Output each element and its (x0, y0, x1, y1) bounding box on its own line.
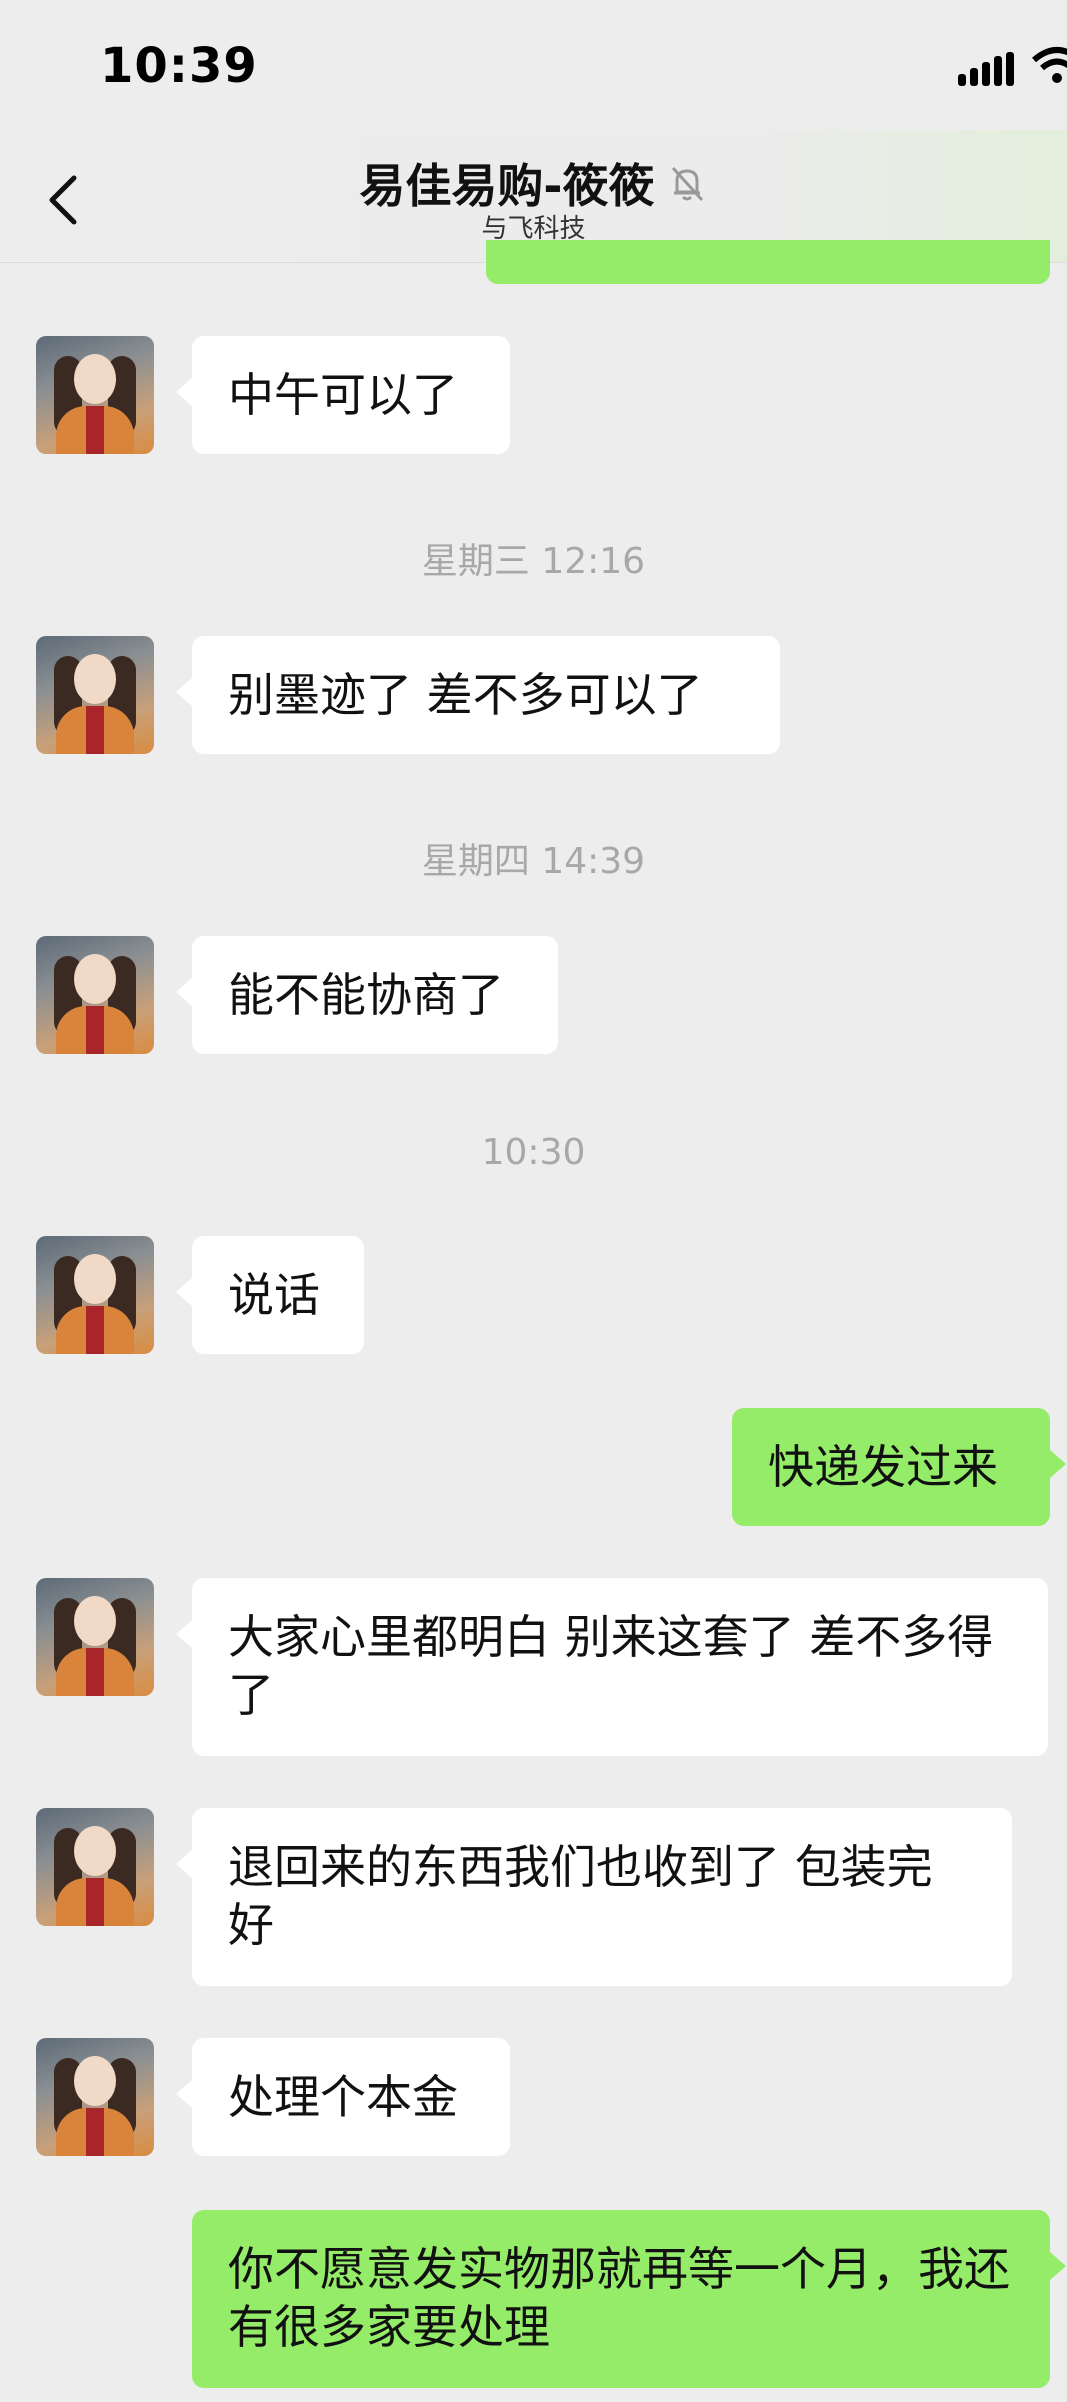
timestamp: 10:30 (481, 1132, 586, 1173)
wifi-icon (1032, 46, 1067, 86)
incoming-message[interactable]: 处理个本金 (176, 2038, 510, 2156)
status-time: 10:39 (100, 38, 258, 94)
contact-avatar[interactable] (36, 1578, 154, 1696)
contact-avatar[interactable] (36, 2038, 154, 2156)
incoming-message[interactable]: 别墨迹了 差不多可以了 (176, 636, 780, 754)
contact-avatar[interactable] (36, 1236, 154, 1354)
message-list[interactable]: 中午可以了 星期三 12:16 别墨迹了 差不多可以了 星期四 14:39 能不… (0, 262, 1067, 2402)
contact-avatar[interactable] (36, 636, 154, 754)
timestamp: 星期三 12:16 (421, 541, 646, 582)
contact-avatar[interactable] (36, 1808, 154, 1926)
incoming-message[interactable]: 大家心里都明白 别来这套了 差不多得了 (176, 1578, 1048, 1756)
outgoing-message[interactable]: 你不愿意发实物那就再等一个月，我还有很多家要处理 (192, 2210, 1066, 2388)
outgoing-message[interactable]: 快递发过来 (732, 1408, 1066, 1526)
incoming-message[interactable]: 说话 (176, 1236, 364, 1354)
chat-title-wrap[interactable]: 易佳易购-筱筱 (0, 150, 1067, 216)
incoming-message[interactable]: 能不能协商了 (176, 936, 558, 1054)
cellular-signal-icon (958, 52, 1016, 86)
timestamp: 星期四 14:39 (421, 841, 646, 882)
incoming-message[interactable]: 退回来的东西我们也收到了 包装完好 (176, 1808, 1012, 1986)
contact-avatar[interactable] (36, 936, 154, 1054)
status-bar: 10:39 (0, 0, 1067, 130)
bell-muted-icon (666, 162, 708, 204)
contact-avatar[interactable] (36, 336, 154, 454)
incoming-message[interactable]: 中午可以了 (176, 336, 510, 454)
chat-title: 易佳易购-筱筱 (359, 159, 655, 213)
